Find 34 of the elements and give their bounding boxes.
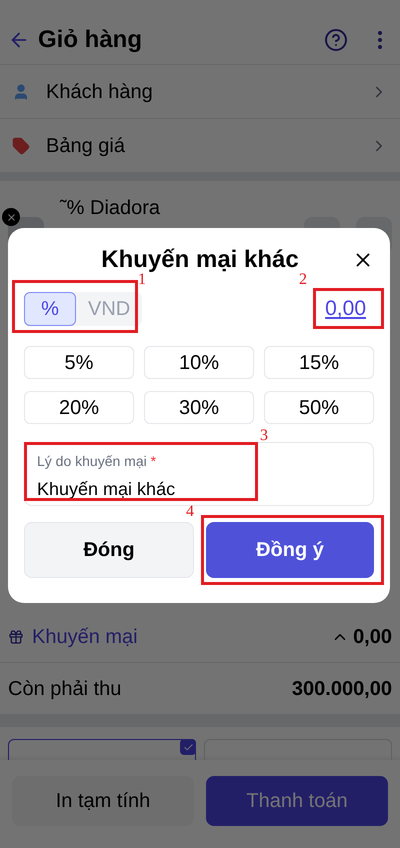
product-name: ˜% Diadora bbox=[60, 196, 160, 221]
preset-chip[interactable]: 15% bbox=[264, 346, 374, 379]
field-value: Khuyến mại khác bbox=[37, 478, 176, 501]
summary-value: 0,00 bbox=[353, 624, 392, 650]
tag-icon bbox=[12, 136, 30, 154]
callout-number: 3 bbox=[260, 428, 268, 444]
cancel-button[interactable]: Đóng bbox=[24, 522, 194, 578]
gift-icon bbox=[8, 628, 24, 644]
remove-badge[interactable] bbox=[2, 208, 20, 226]
help-icon[interactable] bbox=[324, 28, 348, 52]
summary-label: Còn phải thu bbox=[8, 676, 122, 702]
dialog-title: Khuyến mại khác bbox=[100, 245, 300, 274]
callout-number: 2 bbox=[299, 272, 307, 288]
field-label: Lý do khuyến mại * bbox=[37, 452, 158, 471]
check-badge bbox=[180, 739, 196, 755]
preset-chip[interactable]: 50% bbox=[264, 391, 374, 424]
amount-link[interactable]: 0,00 bbox=[325, 293, 366, 325]
menu-row[interactable]: Khách hàng bbox=[0, 65, 400, 119]
menu-label: Khách hàng bbox=[46, 80, 154, 104]
preset-chip[interactable]: 10% bbox=[144, 346, 254, 379]
unit-tab[interactable]: % bbox=[24, 292, 76, 326]
person-icon bbox=[12, 82, 30, 100]
preset-chip[interactable]: 20% bbox=[24, 391, 134, 424]
reason-field[interactable]: Lý do khuyến mại * Khuyến mại khác bbox=[24, 442, 374, 506]
menu-label: Bảng giá bbox=[46, 134, 126, 158]
callout-number: 1 bbox=[138, 272, 146, 288]
confirm-button[interactable]: Đồng ý bbox=[206, 522, 374, 578]
page-title: Giỏ hàng bbox=[38, 24, 143, 54]
summary-value: 300.000,00 bbox=[292, 676, 392, 702]
preset-chip[interactable]: 30% bbox=[144, 391, 254, 424]
callout-box bbox=[313, 288, 384, 329]
preset-chip[interactable]: 5% bbox=[24, 346, 134, 379]
print-button[interactable]: In tạm tính bbox=[12, 776, 194, 826]
callout-number: 4 bbox=[186, 504, 194, 520]
